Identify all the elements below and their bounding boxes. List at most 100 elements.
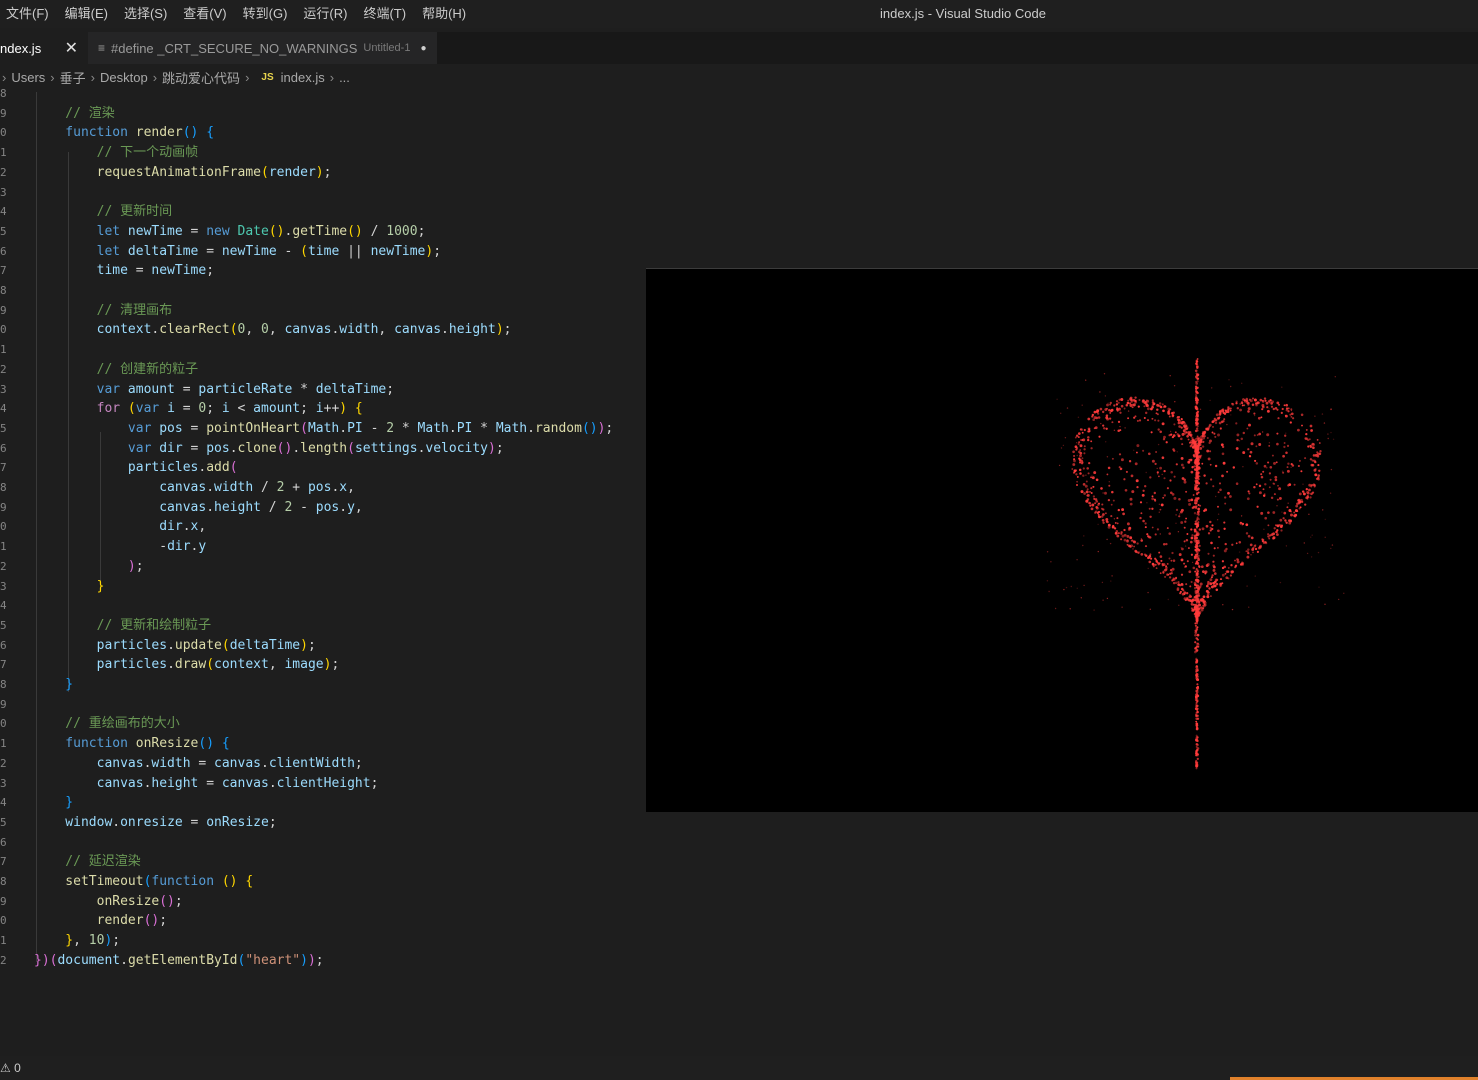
code-line[interactable]: 5 // 更新和绘制粒子: [0, 616, 646, 636]
code-line[interactable]: 0 function render() {: [0, 123, 646, 143]
breadcrumb-item-desktop[interactable]: Desktop: [100, 70, 148, 85]
code-line[interactable]: 4 // 更新时间: [0, 202, 646, 222]
breadcrumb-item-file[interactable]: index.js: [281, 70, 325, 85]
code-line[interactable]: 9 onResize();: [0, 892, 646, 912]
tab-untitled-1[interactable]: ≡ #define _CRT_SECURE_NO_WARNINGS Untitl…: [88, 32, 437, 64]
code-line[interactable]: 6 var dir = pos.clone().length(settings.…: [0, 439, 646, 459]
code-line[interactable]: 2 requestAnimationFrame(render);: [0, 163, 646, 183]
heart-particle: [1211, 420, 1215, 423]
heart-particle: [1171, 493, 1175, 496]
code-line[interactable]: 9 // 清理画布: [0, 301, 646, 321]
code-line[interactable]: 8 canvas.width / 2 + pos.x,: [0, 478, 646, 498]
code-line[interactable]: 6: [0, 833, 646, 853]
heart-particle: [1216, 546, 1219, 549]
heart-particle: [1076, 559, 1078, 561]
code-line[interactable]: 3: [0, 183, 646, 203]
code-line[interactable]: 2 );: [0, 557, 646, 577]
menu-item[interactable]: 帮助(H): [414, 0, 474, 28]
menu-item[interactable]: 选择(S): [116, 0, 175, 28]
code-line[interactable]: 4 }: [0, 793, 646, 813]
code-line[interactable]: 2 canvas.width = canvas.clientWidth;: [0, 754, 646, 774]
code-line[interactable]: 3 var amount = particleRate * deltaTime;: [0, 380, 646, 400]
menu-item[interactable]: 查看(V): [175, 0, 234, 28]
heart-particle: [1317, 477, 1320, 481]
heart-particle: [1242, 431, 1246, 435]
menu-item[interactable]: 转到(G): [235, 0, 296, 28]
code-line[interactable]: 4 for (var i = 0; i < amount; i++) {: [0, 399, 646, 419]
heart-particle: [1300, 470, 1303, 473]
heart-particle: [1118, 453, 1122, 456]
code-token: (): [159, 893, 175, 909]
heart-particle: [1338, 598, 1340, 601]
heart-particle: [1295, 504, 1299, 508]
code-line[interactable]: 5 let newTime = new Date().getTime() / 1…: [0, 222, 646, 242]
heart-particle: [1169, 375, 1171, 377]
heart-particle: [1214, 421, 1218, 425]
heart-particle: [1113, 518, 1116, 520]
heart-particle: [1195, 507, 1198, 510]
code-line[interactable]: 2})(document.getElementById("heart"));: [0, 951, 646, 971]
code-line[interactable]: 5 window.onresize = onResize;: [0, 813, 646, 833]
code-line[interactable]: 2 // 创建新的粒子: [0, 360, 646, 380]
code-line[interactable]: 0 // 重绘画布的大小: [0, 714, 646, 734]
heart-particle: [1202, 440, 1205, 444]
code-line[interactable]: 1 }, 10);: [0, 931, 646, 951]
code-line[interactable]: 7 particles.add(: [0, 458, 646, 478]
heart-particle: [1225, 570, 1228, 573]
breadcrumb-item-symbol[interactable]: ...: [339, 70, 350, 85]
code-line[interactable]: 7 // 延迟渲染: [0, 852, 646, 872]
code-token: ;: [417, 223, 426, 239]
heart-particle: [1083, 492, 1086, 495]
code-line[interactable]: 9 // 渲染: [0, 104, 646, 124]
heart-particle: [1283, 511, 1287, 515]
code-line[interactable]: 0 context.clearRect(0, 0, canvas.width, …: [0, 320, 646, 340]
code-editor[interactable]: 89 // 渲染 0 function render() {1 // 下一个动画帧…: [0, 87, 646, 1052]
heart-particle: [1194, 624, 1197, 627]
close-icon[interactable]: ✕: [65, 38, 78, 58]
code-token: i: [167, 401, 175, 417]
code-line[interactable]: 1 -dir.y: [0, 537, 646, 557]
code-line[interactable]: 0 render();: [0, 911, 646, 931]
code-token: ;: [112, 933, 121, 949]
heart-particle: [1196, 594, 1200, 597]
code-line[interactable]: 8 setTimeout(function () {: [0, 872, 646, 892]
heart-particle: [1106, 597, 1109, 600]
code-line[interactable]: 9: [0, 695, 646, 715]
code-line[interactable]: 3 canvas.height = canvas.clientHeight;: [0, 774, 646, 794]
line-number: 5: [0, 815, 7, 829]
heart-particle: [1196, 373, 1200, 377]
menu-item[interactable]: 文件(F): [0, 0, 57, 28]
code-line[interactable]: 7 time = newTime;: [0, 261, 646, 281]
code-line[interactable]: 8: [0, 281, 646, 301]
heart-particle: [1268, 401, 1271, 404]
heart-particle: [1168, 557, 1171, 560]
code-line[interactable]: 5 var pos = pointOnHeart(Math.PI - 2 * M…: [0, 419, 646, 439]
code-token: () {: [221, 874, 254, 889]
heart-particle: [1229, 407, 1232, 410]
code-line[interactable]: 9 canvas.height / 2 - pos.y,: [0, 498, 646, 518]
code-line[interactable]: 0 dir.x,: [0, 517, 646, 537]
code-line[interactable]: 8: [0, 84, 646, 104]
code-line[interactable]: 1 // 下一个动画帧: [0, 143, 646, 163]
code-line[interactable]: 7 particles.draw(context, image);: [0, 655, 646, 675]
heart-particle: [1081, 404, 1083, 406]
code-line[interactable]: 1: [0, 340, 646, 360]
code-line[interactable]: 4: [0, 596, 646, 616]
heart-particle: [1111, 421, 1114, 424]
breadcrumb-item-users[interactable]: Users: [11, 70, 45, 85]
code-token: ;: [495, 440, 504, 456]
code-line[interactable]: 8 }: [0, 675, 646, 695]
code-line[interactable]: 1 function onResize() {: [0, 734, 646, 754]
menu-item[interactable]: 运行(R): [295, 0, 355, 28]
status-problems[interactable]: ⚠ 0: [0, 1061, 21, 1075]
heart-particle: [1197, 539, 1200, 542]
heart-particle: [1211, 431, 1214, 434]
code-line[interactable]: 6 let deltaTime = newTime - (time || new…: [0, 242, 646, 262]
menu-item[interactable]: 编辑(E): [57, 0, 116, 28]
heart-particle: [1147, 567, 1149, 570]
code-line[interactable]: 6 particles.update(deltaTime);: [0, 636, 646, 656]
code-line[interactable]: 3 }: [0, 577, 646, 597]
menu-item[interactable]: 终端(T): [355, 0, 414, 28]
unsaved-dot-icon[interactable]: ●: [420, 43, 426, 54]
tab-index-js[interactable]: ndex.js ✕: [0, 32, 88, 64]
